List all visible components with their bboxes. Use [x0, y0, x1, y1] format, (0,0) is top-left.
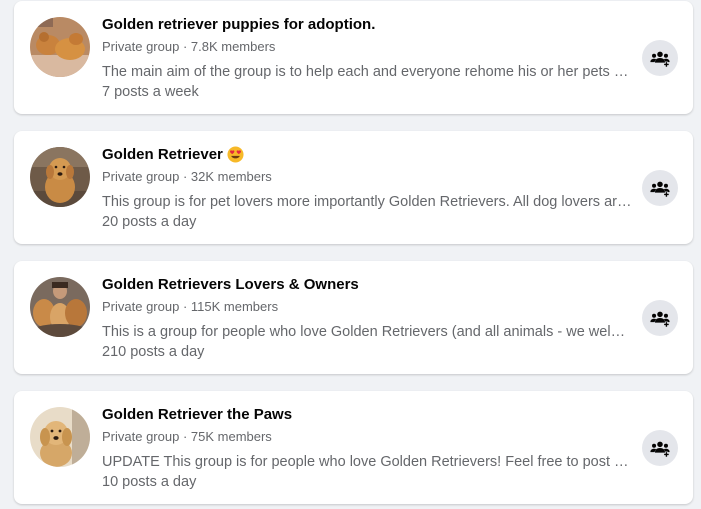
group-post-frequency: 10 posts a day — [102, 474, 197, 490]
join-group-button[interactable] — [642, 300, 678, 336]
group-card[interactable]: Golden Retriever Private group · 32K mem… — [14, 131, 693, 244]
heart-eyes-emoji-icon — [227, 146, 244, 163]
group-name[interactable]: Golden Retriever — [102, 146, 244, 163]
group-meta: Private group · 75K members — [102, 429, 272, 444]
group-post-frequency: 7 posts a week — [102, 84, 199, 100]
group-description: This group is for pet lovers more import… — [102, 194, 632, 210]
group-join-icon — [650, 181, 670, 198]
group-post-frequency: 20 posts a day — [102, 214, 197, 230]
group-join-icon — [650, 311, 670, 328]
group-name[interactable]: Golden Retrievers Lovers & Owners — [102, 276, 359, 293]
meta-separator: · — [179, 429, 191, 444]
group-meta: Private group · 7.8K members — [102, 39, 275, 54]
meta-separator: · — [179, 299, 191, 314]
group-name[interactable]: Golden Retriever the Paws — [102, 406, 292, 423]
group-privacy: Private group — [102, 299, 180, 314]
group-avatar[interactable] — [30, 147, 90, 207]
group-search-results: Golden retriever puppies for adoption. P… — [0, 0, 701, 509]
group-meta: Private group · 32K members — [102, 169, 272, 184]
group-privacy: Private group — [102, 169, 180, 184]
group-member-count: 7.8K members — [190, 39, 276, 54]
group-avatar[interactable] — [30, 277, 90, 337]
group-member-count: 32K members — [190, 169, 272, 184]
group-member-count: 75K members — [190, 429, 272, 444]
join-group-button[interactable] — [642, 430, 678, 466]
meta-separator: · — [179, 39, 191, 54]
group-name[interactable]: Golden retriever puppies for adoption. — [102, 16, 375, 33]
join-group-button[interactable] — [642, 40, 678, 76]
group-privacy: Private group — [102, 429, 180, 444]
group-name-link[interactable]: Golden Retrievers Lovers & Owners — [102, 276, 359, 293]
group-description: UPDATE This group is for people who love… — [102, 454, 632, 470]
group-post-frequency: 210 posts a day — [102, 344, 205, 360]
group-description: The main aim of the group is to help eac… — [102, 64, 632, 80]
group-card[interactable]: Golden retriever puppies for adoption. P… — [14, 1, 693, 114]
group-meta: Private group · 115K members — [102, 299, 278, 314]
meta-separator: · — [179, 169, 191, 184]
group-privacy: Private group — [102, 39, 180, 54]
group-name-link[interactable]: Golden retriever puppies for adoption. — [102, 16, 375, 33]
group-avatar[interactable] — [30, 407, 90, 467]
group-join-icon — [650, 441, 670, 458]
group-card[interactable]: Golden Retriever the Paws Private group … — [14, 391, 693, 504]
group-avatar[interactable] — [30, 17, 90, 77]
group-card[interactable]: Golden Retrievers Lovers & Owners Privat… — [14, 261, 693, 374]
group-name-link[interactable]: Golden Retriever the Paws — [102, 406, 292, 423]
group-join-icon — [650, 51, 670, 68]
group-name-link[interactable]: Golden Retriever — [102, 146, 223, 163]
join-group-button[interactable] — [642, 170, 678, 206]
group-description: This is a group for people who love Gold… — [102, 324, 632, 340]
group-member-count: 115K members — [190, 299, 279, 314]
